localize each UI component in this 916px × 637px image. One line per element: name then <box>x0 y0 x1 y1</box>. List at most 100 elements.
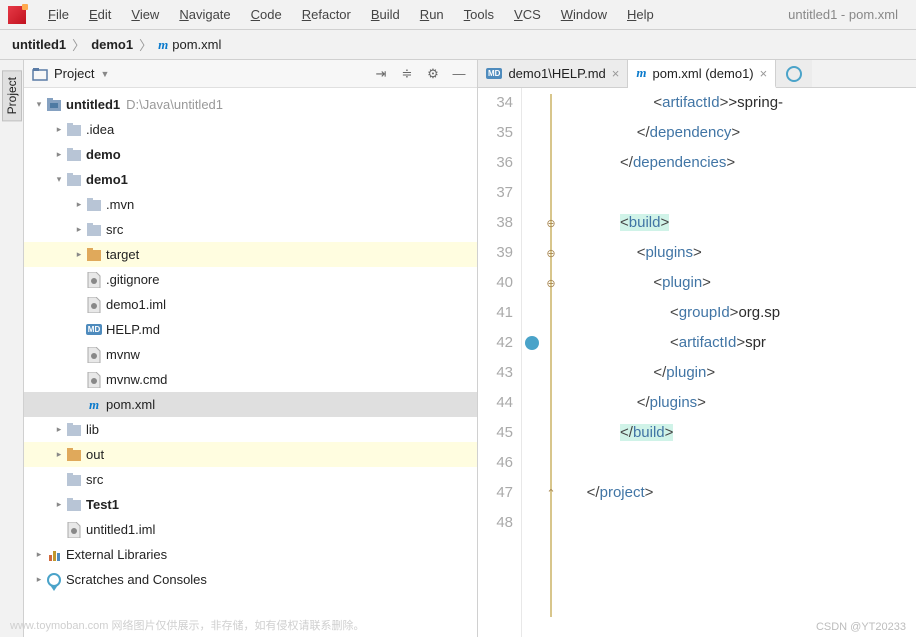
line-number[interactable]: 34 <box>478 88 513 118</box>
line-number[interactable]: 45 <box>478 418 513 448</box>
tree-item-untitled1-iml[interactable]: untitled1.iml <box>24 517 477 542</box>
chevron-right-icon[interactable]: ▸ <box>52 449 66 460</box>
tree-item-mvnw-cmd[interactable]: mvnw.cmd <box>24 367 477 392</box>
menu-build[interactable]: Build <box>361 3 410 26</box>
line-number[interactable]: 47 <box>478 478 513 508</box>
menu-tools[interactable]: Tools <box>454 3 504 26</box>
tree-item-lib[interactable]: ▸lib <box>24 417 477 442</box>
editor-tab[interactable]: mpom.xml (demo1)× <box>628 60 776 88</box>
code-line[interactable]: </dependency> <box>570 118 916 148</box>
fold-gutter[interactable]: ⊖⊖⊖⌃ <box>542 88 560 637</box>
menu-file[interactable]: File <box>38 3 79 26</box>
expand-all-button[interactable]: ≑ <box>397 64 417 84</box>
line-number[interactable]: 48 <box>478 508 513 538</box>
code-line[interactable] <box>570 178 916 208</box>
line-number[interactable]: 46 <box>478 448 513 478</box>
tree-item--gitignore[interactable]: .gitignore <box>24 267 477 292</box>
web-preview-icon[interactable] <box>776 60 812 87</box>
code-line[interactable]: </project> <box>570 478 916 508</box>
tree-item-demo[interactable]: ▸demo <box>24 142 477 167</box>
breadcrumb-item[interactable]: m pom.xml <box>158 37 221 53</box>
code-line[interactable]: <build> <box>570 208 916 238</box>
menu-edit[interactable]: Edit <box>79 3 121 26</box>
line-number[interactable]: 42 <box>478 328 513 358</box>
code-line[interactable] <box>570 508 916 538</box>
project-tool-tab[interactable]: Project <box>2 70 22 121</box>
tree-item--mvn[interactable]: ▸.mvn <box>24 192 477 217</box>
menu-help[interactable]: Help <box>617 3 664 26</box>
tree-item-pom-xml[interactable]: mpom.xml <box>24 392 477 417</box>
fold-toggle[interactable]: ⊖ <box>546 268 555 298</box>
line-number[interactable]: 38 <box>478 208 513 238</box>
fold-toggle[interactable]: ⊖ <box>546 208 555 238</box>
tree-item-external-libraries[interactable]: ▸External Libraries <box>24 542 477 567</box>
tree-item-help-md[interactable]: MDHELP.md <box>24 317 477 342</box>
code-line[interactable]: <plugins> <box>570 238 916 268</box>
chevron-right-icon[interactable]: ▸ <box>52 124 66 135</box>
line-number[interactable]: 40 <box>478 268 513 298</box>
close-icon[interactable]: × <box>612 66 620 81</box>
tree-item-demo1-iml[interactable]: demo1.iml <box>24 292 477 317</box>
line-number[interactable]: 39 <box>478 238 513 268</box>
project-tree[interactable]: ▾untitled1D:\Java\untitled1▸.idea▸demo▾d… <box>24 88 477 637</box>
code-line[interactable]: </dependencies> <box>570 148 916 178</box>
tree-item-demo1[interactable]: ▾demo1 <box>24 167 477 192</box>
line-number[interactable]: 44 <box>478 388 513 418</box>
tree-item--idea[interactable]: ▸.idea <box>24 117 477 142</box>
settings-icon[interactable]: ⚙ <box>423 64 443 84</box>
chevron-right-icon[interactable]: ▸ <box>52 499 66 510</box>
close-icon[interactable]: × <box>760 66 768 81</box>
chevron-right-icon[interactable]: ▸ <box>72 199 86 210</box>
editor-tab[interactable]: MDdemo1\HELP.md× <box>478 60 628 87</box>
code-line[interactable]: <artifactId>spr <box>570 328 916 358</box>
code-editor[interactable]: 343536373839404142434445464748 ⊖⊖⊖⌃ <art… <box>478 88 916 637</box>
dropdown-icon[interactable]: ▼ <box>100 69 109 79</box>
tree-item-src[interactable]: ▸src <box>24 217 477 242</box>
line-number[interactable]: 36 <box>478 148 513 178</box>
code-line[interactable] <box>570 448 916 478</box>
line-number[interactable]: 37 <box>478 178 513 208</box>
menu-vcs[interactable]: VCS <box>504 3 551 26</box>
menu-window[interactable]: Window <box>551 3 617 26</box>
menu-run[interactable]: Run <box>410 3 454 26</box>
code-line[interactable]: </build> <box>570 418 916 448</box>
menu-navigate[interactable]: Navigate <box>169 3 240 26</box>
hide-panel-button[interactable]: — <box>449 64 469 84</box>
menu-code[interactable]: Code <box>241 3 292 26</box>
code-line[interactable]: <artifactId>>spring- <box>570 88 916 118</box>
breadcrumb-item[interactable]: untitled1 <box>12 37 66 52</box>
menu-refactor[interactable]: Refactor <box>292 3 361 26</box>
line-number[interactable]: 35 <box>478 118 513 148</box>
select-opened-file-button[interactable]: ⇥ <box>371 64 391 84</box>
fold-toggle[interactable]: ⊖ <box>546 238 555 268</box>
line-number[interactable]: 43 <box>478 358 513 388</box>
chevron-right-icon[interactable]: ▸ <box>72 224 86 235</box>
project-view-title[interactable]: Project <box>54 66 94 81</box>
tree-item-src[interactable]: src <box>24 467 477 492</box>
code-line[interactable]: </plugin> <box>570 358 916 388</box>
chevron-down-icon[interactable]: ▾ <box>32 99 46 110</box>
run-gutter-icon[interactable] <box>525 336 539 350</box>
code-text[interactable]: <artifactId>>spring- </dependency> </dep… <box>560 88 916 637</box>
chevron-right-icon[interactable]: ▸ <box>72 249 86 260</box>
fold-end[interactable]: ⌃ <box>546 478 555 508</box>
line-number[interactable]: 41 <box>478 298 513 328</box>
breadcrumb-item[interactable]: demo1 <box>91 37 133 52</box>
line-number-gutter[interactable]: 343536373839404142434445464748 <box>478 88 522 637</box>
code-line[interactable]: <groupId>org.sp <box>570 298 916 328</box>
menu-view[interactable]: View <box>121 3 169 26</box>
tree-item-untitled1[interactable]: ▾untitled1D:\Java\untitled1 <box>24 92 477 117</box>
tree-item-target[interactable]: ▸target <box>24 242 477 267</box>
tree-item-mvnw[interactable]: mvnw <box>24 342 477 367</box>
chevron-right-icon[interactable]: ▸ <box>52 424 66 435</box>
code-line[interactable]: </plugins> <box>570 388 916 418</box>
tree-item-test1[interactable]: ▸Test1 <box>24 492 477 517</box>
tree-item-out[interactable]: ▸out <box>24 442 477 467</box>
chevron-right-icon[interactable]: ▸ <box>32 574 46 585</box>
chevron-right-icon[interactable]: ▸ <box>32 549 46 560</box>
tree-item-scratches-and-consoles[interactable]: ▸Scratches and Consoles <box>24 567 477 592</box>
run-gutter[interactable] <box>522 88 542 637</box>
chevron-right-icon[interactable]: ▸ <box>52 149 66 160</box>
code-line[interactable]: <plugin> <box>570 268 916 298</box>
chevron-down-icon[interactable]: ▾ <box>52 174 66 185</box>
